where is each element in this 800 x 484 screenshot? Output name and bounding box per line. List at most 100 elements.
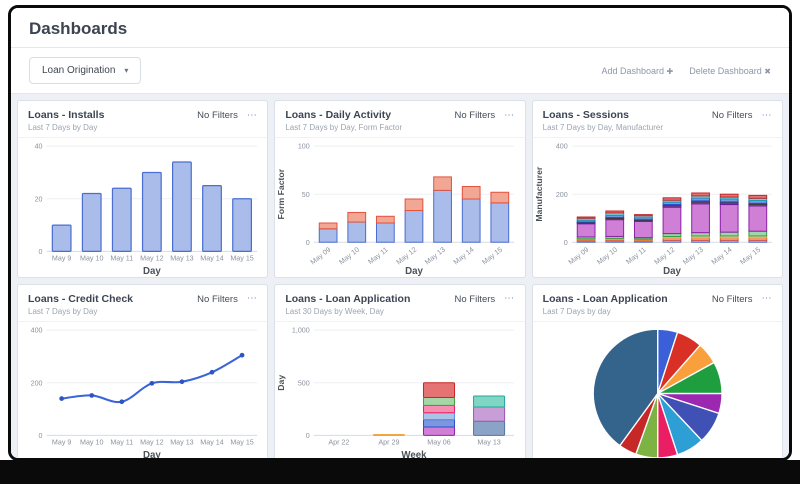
svg-text:50: 50 xyxy=(302,191,310,199)
no-filters-label[interactable]: No Filters xyxy=(455,110,496,121)
svg-text:20: 20 xyxy=(35,195,43,203)
chevron-down-icon: ▾ xyxy=(124,66,129,75)
svg-text:May 11: May 11 xyxy=(367,246,390,266)
chart-canvas-loan-application-weekly: 0 500 1,000 Apr 22 Apr 29 May 06 May 13 Week Day xyxy=(275,322,524,458)
card-loans-loan-application-weekly: Loans - Loan Application Last 30 Days by… xyxy=(274,283,526,458)
card-actions: No Filters ⋯ xyxy=(197,109,257,121)
no-filters-label[interactable]: No Filters xyxy=(197,294,238,305)
card-menu-icon[interactable]: ⋯ xyxy=(504,110,515,121)
svg-text:May 15: May 15 xyxy=(738,246,761,267)
svg-text:0: 0 xyxy=(39,248,43,256)
plus-icon: ✚ xyxy=(666,66,674,76)
no-filters-label[interactable]: No Filters xyxy=(197,110,238,121)
card-titles: Loans - Sessions Last 7 Days by Day, Man… xyxy=(543,109,663,132)
svg-text:1,000: 1,000 xyxy=(292,327,310,335)
chart-subtitle: Last 7 Days by Day, Manufacturer xyxy=(542,123,664,132)
card-titles: Loans - Credit Check Last 7 Days by Day xyxy=(28,293,133,316)
svg-text:Form Factor: Form Factor xyxy=(277,168,287,219)
chart-canvas-loan-application-pie xyxy=(533,322,782,458)
svg-text:Day: Day xyxy=(143,266,161,277)
svg-text:Apr 22: Apr 22 xyxy=(329,439,350,447)
svg-text:May 12: May 12 xyxy=(395,246,418,267)
card-loans-sessions: Loans - Sessions Last 7 Days by Day, Man… xyxy=(531,100,783,278)
svg-text:40: 40 xyxy=(35,143,43,151)
no-filters-label[interactable]: No Filters xyxy=(455,294,496,305)
card-loans-daily-activity: Loans - Daily Activity Last 7 Days by Da… xyxy=(274,100,526,278)
svg-text:400: 400 xyxy=(31,327,43,335)
dashboard-toolbar: Loan Origination ▾ Add Dashboard ✚ Delet… xyxy=(11,48,789,94)
chart-subtitle: Last 7 Days by day xyxy=(542,306,611,316)
card-header: Loans - Loan Application Last 30 Days by… xyxy=(275,285,525,322)
svg-text:Manufacturer: Manufacturer xyxy=(534,166,544,222)
svg-text:May 12: May 12 xyxy=(653,246,676,267)
chart-canvas-sessions: 0 200 400 May 09 May 10 May 11 May 12 May 13 May… xyxy=(533,138,782,277)
card-menu-icon[interactable]: ⋯ xyxy=(761,110,772,121)
svg-text:May 10: May 10 xyxy=(595,246,618,267)
card-header: Loans - Daily Activity Last 7 Days by Da… xyxy=(275,101,525,138)
delete-icon: ✖ xyxy=(764,66,771,76)
screenshot-shadow xyxy=(0,460,800,484)
card-actions: No Filters ⋯ xyxy=(712,293,772,305)
card-titles: Loans - Daily Activity Last 7 Days by Da… xyxy=(285,109,402,132)
svg-text:May 9: May 9 xyxy=(52,439,71,447)
chart-canvas-installs: 0 20 40 May 9 May 10 May 11 May 12 May 13 May 14… xyxy=(18,138,267,277)
chart-subtitle: Last 7 Days by Day xyxy=(28,306,98,316)
svg-text:May 15: May 15 xyxy=(230,255,253,263)
svg-text:200: 200 xyxy=(31,379,43,387)
card-loans-installs: Loans - Installs Last 7 Days by Day No F… xyxy=(17,100,269,278)
svg-text:Day: Day xyxy=(277,375,287,391)
chart-title: Loans - Daily Activity xyxy=(285,109,392,121)
chart-canvas-daily-activity: 0 50 100 May 09 May 10 May 11 May 12 May 13 May … xyxy=(275,138,524,277)
svg-text:May 13: May 13 xyxy=(478,439,501,447)
no-filters-label[interactable]: No Filters xyxy=(712,110,753,121)
card-titles: Loans - Loan Application Last 30 Days by… xyxy=(285,293,410,316)
page-title: Dashboards xyxy=(29,19,128,38)
card-actions: No Filters ⋯ xyxy=(197,293,257,305)
card-menu-icon[interactable]: ⋯ xyxy=(504,294,515,304)
svg-text:Apr 29: Apr 29 xyxy=(379,439,400,447)
svg-text:May 11: May 11 xyxy=(110,439,133,447)
svg-text:Day: Day xyxy=(663,266,681,277)
chart-subtitle: Last 7 Days by Day xyxy=(28,123,98,132)
svg-text:May 11: May 11 xyxy=(624,246,647,266)
svg-text:0: 0 xyxy=(306,239,310,247)
card-menu-icon[interactable]: ⋯ xyxy=(761,294,772,304)
svg-text:0: 0 xyxy=(39,432,43,440)
chart-title: Loans - Loan Application xyxy=(285,292,411,305)
no-filters-label[interactable]: No Filters xyxy=(712,294,753,305)
svg-text:0: 0 xyxy=(563,239,567,247)
svg-text:200: 200 xyxy=(555,191,567,199)
svg-text:May 13: May 13 xyxy=(681,246,704,267)
svg-text:Day: Day xyxy=(405,266,423,277)
card-actions: No Filters ⋯ xyxy=(712,109,772,121)
card-actions: No Filters ⋯ xyxy=(455,109,515,121)
svg-text:May 10: May 10 xyxy=(338,246,361,267)
card-header: Loans - Loan Application Last 7 Days by … xyxy=(532,285,782,322)
svg-text:May 14: May 14 xyxy=(452,246,475,267)
chart-title: Loans - Loan Application xyxy=(542,292,668,305)
chart-subtitle: Last 30 Days by Week, Day xyxy=(285,306,384,316)
delete-dashboard-link[interactable]: Delete Dashboard ✖ xyxy=(689,66,771,76)
card-actions: No Filters ⋯ xyxy=(455,293,515,305)
dashboard-selector[interactable]: Loan Origination ▾ xyxy=(29,57,142,84)
add-dashboard-link[interactable]: Add Dashboard ✚ xyxy=(601,66,673,76)
card-header: Loans - Credit Check Last 7 Days by Day … xyxy=(18,285,268,322)
chart-title: Loans - Installs xyxy=(28,109,105,121)
chart-title: Loans - Sessions xyxy=(542,109,630,121)
card-header: Loans - Sessions Last 7 Days by Day, Man… xyxy=(532,101,782,138)
card-titles: Loans - Loan Application Last 7 Days by … xyxy=(543,293,668,316)
svg-text:500: 500 xyxy=(298,379,310,387)
svg-text:May 12: May 12 xyxy=(140,439,163,447)
svg-text:May 13: May 13 xyxy=(170,439,193,447)
chart-title: Loans - Credit Check xyxy=(28,292,134,305)
card-menu-icon[interactable]: ⋯ xyxy=(247,110,258,121)
card-menu-icon[interactable]: ⋯ xyxy=(247,294,258,304)
svg-text:May 09: May 09 xyxy=(567,246,590,267)
svg-text:100: 100 xyxy=(298,143,310,151)
app-window: Dashboards Loan Origination ▾ Add Dashbo… xyxy=(8,5,792,461)
card-titles: Loans - Installs Last 7 Days by Day xyxy=(28,109,104,132)
svg-text:May 9: May 9 xyxy=(52,255,71,263)
svg-text:May 10: May 10 xyxy=(80,255,103,263)
app-header: Dashboards xyxy=(11,8,789,48)
svg-text:May 12: May 12 xyxy=(140,255,163,263)
